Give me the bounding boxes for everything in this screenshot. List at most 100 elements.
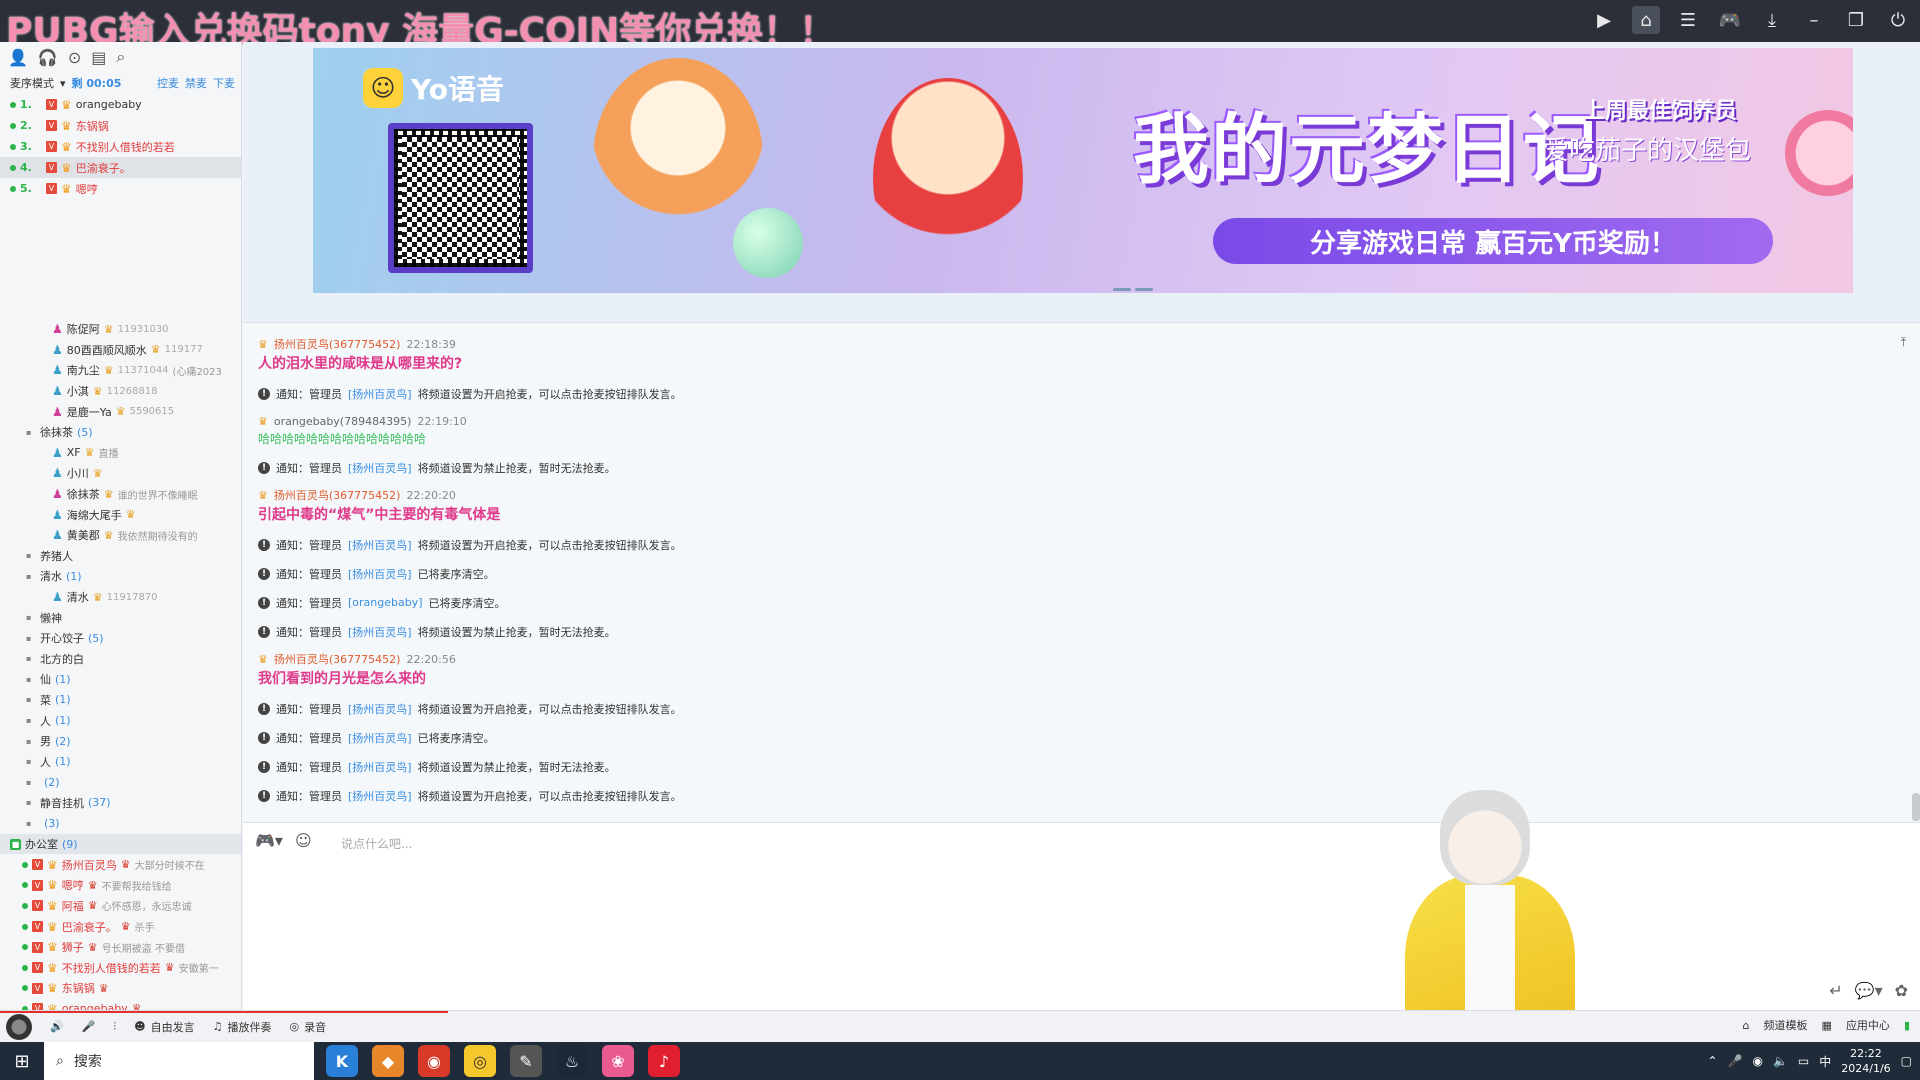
- expand-icon[interactable]: ▪: [26, 798, 36, 807]
- list-icon[interactable]: ☰: [1674, 6, 1702, 34]
- download-icon[interactable]: ⤓: [1758, 6, 1786, 34]
- expand-icon[interactable]: ▪: [26, 551, 36, 560]
- mic-tray-icon[interactable]: 🎤: [1728, 1054, 1743, 1068]
- expand-icon[interactable]: ▪: [26, 634, 36, 643]
- network-icon[interactable]: ▭: [1798, 1054, 1809, 1068]
- expand-icon[interactable]: ▪: [26, 757, 36, 766]
- wechat-icon[interactable]: ◉: [1752, 1054, 1762, 1068]
- chat-options-icon[interactable]: 💬▾: [1855, 981, 1883, 1000]
- notice-admin-link[interactable]: [扬州百灵鸟]: [348, 566, 412, 582]
- taskbar-search[interactable]: ⌕ 搜索: [44, 1042, 314, 1080]
- play-music-button[interactable]: ♫ 播放伴奏: [213, 1019, 272, 1035]
- notice-admin-link[interactable]: [扬州百灵鸟]: [348, 788, 412, 804]
- ime-indicator[interactable]: 中: [1819, 1053, 1831, 1070]
- app-center-button[interactable]: 应用中心: [1846, 1017, 1890, 1033]
- emoji-game-icon[interactable]: 🎮▾: [255, 831, 283, 850]
- app-netease-icon[interactable]: ♪: [648, 1045, 680, 1077]
- member-item[interactable]: ♟ 黄美郡 ♛ 我依然期待没有的: [0, 525, 241, 546]
- member-item[interactable]: ♟ 徐抹茶 ♛ 谁的世界不像睡眠: [0, 484, 241, 505]
- search-icon[interactable]: ⌕: [116, 47, 125, 67]
- app-folder-icon[interactable]: ◆: [372, 1045, 404, 1077]
- scroll-top-icon[interactable]: ⤒: [1901, 335, 1906, 350]
- banner-pagination[interactable]: [1113, 288, 1153, 291]
- member-item[interactable]: V ♛ 巴渝衰子。 ♛ 杀手: [0, 916, 241, 937]
- channel-item[interactable]: ▪ 清水 (1): [0, 566, 241, 587]
- member-item[interactable]: ♟ 南九尘 ♛ 11371044 (心痛2023: [0, 360, 241, 381]
- ban-mic-button[interactable]: 禁麦: [185, 75, 207, 91]
- expand-icon[interactable]: ▪: [26, 716, 36, 725]
- queue-item[interactable]: 2. V ♛ 东锅锅: [0, 115, 241, 136]
- app-photo-icon[interactable]: ❀: [602, 1045, 634, 1077]
- member-item[interactable]: ♟ 小淇 ♛ 11268818: [0, 381, 241, 402]
- notice-admin-link[interactable]: [扬州百灵鸟]: [348, 460, 412, 476]
- channel-item[interactable]: ▪ 男 (2): [0, 731, 241, 752]
- member-item[interactable]: ♟ 小川 ♛: [0, 463, 241, 484]
- speaker-icon[interactable]: 🔊: [50, 1020, 64, 1033]
- record-button[interactable]: ◎ 录音: [290, 1019, 327, 1035]
- notice-admin-link[interactable]: [扬州百灵鸟]: [348, 537, 412, 553]
- member-item[interactable]: ♟ XF ♛ 直播: [0, 443, 241, 464]
- mic-mode-select[interactable]: 麦序模式: [10, 75, 54, 91]
- control-mic-button[interactable]: 控麦: [157, 75, 179, 91]
- leave-mic-button[interactable]: 下麦: [213, 75, 235, 91]
- member-item[interactable]: ♟ 是鹿一Ya ♛ 5590615: [0, 401, 241, 422]
- gamepad-icon[interactable]: 🎮: [1716, 6, 1744, 34]
- notice-admin-link[interactable]: [扬州百灵鸟]: [348, 701, 412, 717]
- channel-item[interactable]: ▪ 人 (1): [0, 751, 241, 772]
- expand-icon[interactable]: ▪: [26, 428, 36, 437]
- app-steam-icon[interactable]: ♨: [556, 1045, 588, 1077]
- user-icon[interactable]: 👤: [8, 48, 28, 67]
- volume-icon[interactable]: 🔈: [1773, 1054, 1788, 1068]
- channel-office[interactable]: ■ 办公室 (9): [0, 833, 241, 855]
- member-item[interactable]: ♟ 清水 ♛ 11917870: [0, 587, 241, 608]
- app-k-icon[interactable]: K: [326, 1045, 358, 1077]
- member-item[interactable]: ♟ 海绵大尾手 ♛: [0, 504, 241, 525]
- notification-icon[interactable]: ▢: [1901, 1054, 1912, 1068]
- minimize-icon[interactable]: –: [1800, 6, 1828, 34]
- expand-icon[interactable]: ▪: [26, 675, 36, 684]
- chevron-up-icon[interactable]: ⌃: [1707, 1054, 1717, 1068]
- grid-icon[interactable]: ▦: [1822, 1019, 1832, 1032]
- sticker-icon[interactable]: ☺: [295, 831, 312, 850]
- chat-scrollbar[interactable]: [1912, 793, 1920, 821]
- queue-item[interactable]: 5. V ♛ 嗯哼: [0, 178, 241, 199]
- channel-item[interactable]: ▪ 开心饺子 (5): [0, 628, 241, 649]
- headset-icon[interactable]: 🎧: [38, 48, 58, 67]
- restore-icon[interactable]: ❐: [1842, 6, 1870, 34]
- expand-icon[interactable]: ▪: [26, 572, 36, 581]
- member-item[interactable]: V ♛ 狮子 ♛ 号长期被盗 不要借: [0, 937, 241, 958]
- member-item[interactable]: V ♛ 不找别人借钱的若若 ♛ 安徽第一: [0, 957, 241, 978]
- expand-icon[interactable]: ▪: [26, 613, 36, 622]
- notice-admin-link[interactable]: [扬州百灵鸟]: [348, 730, 412, 746]
- channel-item[interactable]: ▪ (2): [0, 772, 241, 793]
- channel-item[interactable]: ▪ 人 (1): [0, 710, 241, 731]
- channel-item[interactable]: ▪ (3): [0, 813, 241, 834]
- app-yy-icon[interactable]: ◎: [464, 1045, 496, 1077]
- send-icon[interactable]: ↵: [1829, 981, 1842, 1000]
- flower-icon[interactable]: ✿: [1895, 981, 1908, 1000]
- queue-item[interactable]: 4. V ♛ 巴渝衰子。: [0, 157, 241, 178]
- message-author[interactable]: 扬州百灵鸟(367775452): [274, 487, 401, 503]
- message-author[interactable]: 扬州百灵鸟(367775452): [274, 336, 401, 352]
- expand-icon[interactable]: ▪: [26, 654, 36, 663]
- notice-admin-link[interactable]: [orangebaby]: [348, 596, 423, 609]
- member-item[interactable]: V ♛ 阿福 ♛ 心怀感恩，永远忠诚: [0, 896, 241, 917]
- notes-icon[interactable]: ▤: [91, 48, 106, 67]
- channel-item[interactable]: ▪ 菜 (1): [0, 690, 241, 711]
- message-author[interactable]: orangebaby(789484395): [274, 415, 412, 428]
- channel-item[interactable]: ▪ 静音挂机 (37): [0, 793, 241, 814]
- member-item[interactable]: V ♛ 扬州百灵鸟 ♛ 大部分时候不在: [0, 854, 241, 875]
- expand-icon[interactable]: ▪: [26, 778, 36, 787]
- channel-item[interactable]: ▪ 懒神: [0, 607, 241, 628]
- member-item[interactable]: V ♛ 东锅锅 ♛: [0, 978, 241, 999]
- member-item[interactable]: ♟ 80酉酉顺风顺水 ♛ 119177: [0, 340, 241, 361]
- channel-item[interactable]: ▪ 养猪人: [0, 546, 241, 567]
- clock[interactable]: 22:22 2024/1/6: [1841, 1046, 1890, 1076]
- home-icon[interactable]: ⌂: [1632, 6, 1660, 34]
- expand-icon[interactable]: ▪: [26, 695, 36, 704]
- member-item[interactable]: ♟ 陈促阿 ♛ 11931030: [0, 319, 241, 340]
- power-icon[interactable]: ⏻: [1884, 6, 1912, 34]
- mic-icon[interactable]: 🎤: [82, 1020, 96, 1033]
- notice-admin-link[interactable]: [扬州百灵鸟]: [348, 386, 412, 402]
- channel-item[interactable]: ▪ 徐抹茶 (5): [0, 422, 241, 443]
